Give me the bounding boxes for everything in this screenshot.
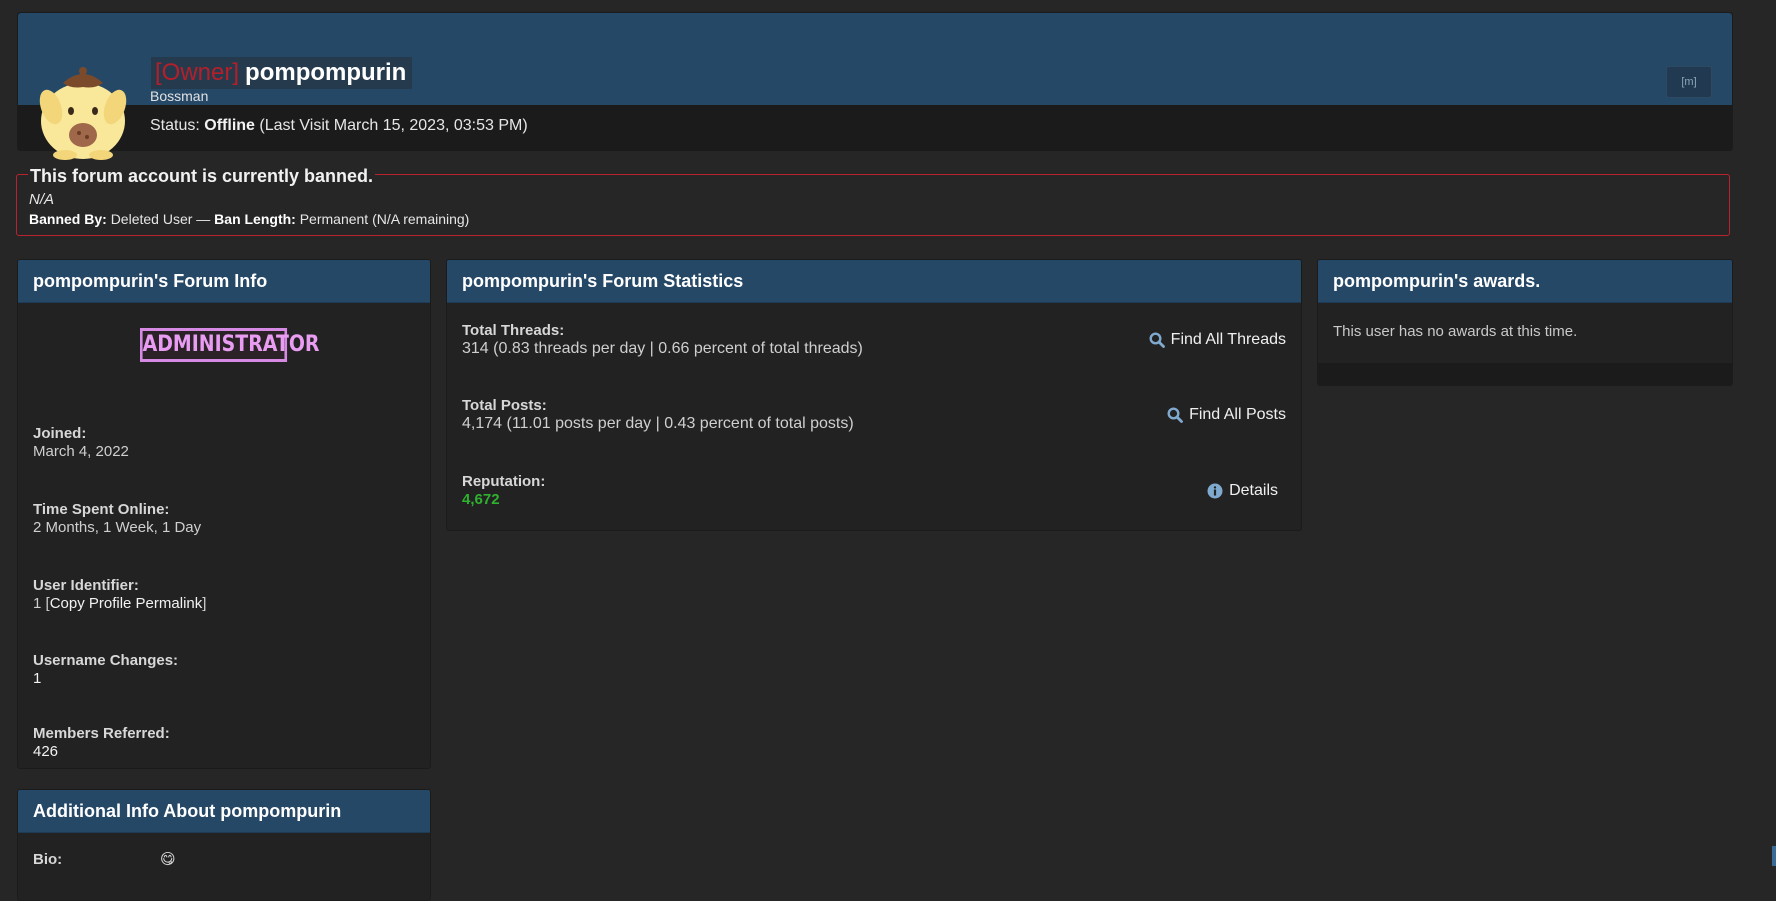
awards-footer — [1318, 363, 1732, 385]
forum-statistics-panel: pompompurin's Forum Statistics Total Thr… — [446, 259, 1302, 531]
owner-tag: [Owner] — [155, 59, 240, 86]
total-threads-label: Total Threads: — [462, 322, 565, 339]
ban-separator: — — [196, 211, 211, 227]
search-icon — [1149, 332, 1165, 348]
ban-title: This forum account is currently banned. — [28, 166, 376, 187]
total-posts-stat: Total Posts: 4,174 (11.01 posts per day … — [462, 397, 854, 433]
time-online-value: 2 Months, 1 Week, 1 Day — [33, 519, 202, 536]
members-referred-label: Members Referred: — [33, 725, 170, 742]
total-posts-label: Total Posts: — [462, 397, 547, 414]
total-threads-value: 314 (0.83 threads per day | 0.66 percent… — [462, 340, 863, 357]
find-all-posts-link[interactable]: Find All Posts — [1167, 406, 1286, 424]
info-icon — [1207, 483, 1223, 499]
user-identifier-label: User Identifier: — [33, 577, 139, 594]
joined-value: March 4, 2022 — [33, 443, 129, 460]
bio-label: Bio: — [33, 851, 63, 868]
ban-reason: N/A — [29, 191, 55, 208]
user-title: Bossman — [150, 88, 209, 104]
bracket-close: ] — [202, 595, 207, 612]
total-threads-stat: Total Threads: 314 (0.83 threads per day… — [462, 322, 863, 358]
ban-length: Permanent (N/A remaining) — [299, 211, 470, 227]
status-line: Status: Offline (Last Visit March 15, 20… — [150, 117, 528, 135]
username: pompompurin — [245, 59, 407, 86]
members-referred-field: Members Referred: 426 — [33, 725, 170, 760]
avatar — [39, 67, 127, 160]
last-visit: (Last Visit March 15, 2023, 03:53 PM) — [259, 117, 528, 134]
username-box: [Owner] pompompurin — [151, 57, 413, 89]
members-referred-value: 426 — [33, 743, 59, 760]
uid: 1 — [33, 595, 42, 612]
awards-title: pompompurin's awards. — [1318, 260, 1732, 303]
copy-permalink-link[interactable]: Copy Profile Permalink — [50, 595, 203, 612]
reputation-stat: Reputation: 4,672 — [462, 473, 545, 508]
user-identifier-value: 1 [Copy Profile Permalink] — [33, 595, 206, 612]
forum-info-title: pompompurin's Forum Info — [18, 260, 430, 303]
details-label: Details — [1229, 482, 1278, 499]
administrator-badge: ADMINISTRATOR — [140, 328, 320, 362]
scrollbar-thumb[interactable] — [1772, 846, 1776, 866]
mini-button[interactable]: [m] — [1666, 66, 1712, 98]
username-changes-label: Username Changes: — [33, 652, 179, 669]
status-value: Offline — [204, 117, 255, 134]
profile-page: [Owner] pompompurin Bossman Status: Offl… — [16, 12, 1733, 901]
additional-info-title: Additional Info About pompompurin — [18, 790, 430, 833]
additional-info-panel: Additional Info About pompompurin Bio: 😋 — [17, 789, 431, 901]
total-posts-value: 4,174 (11.01 posts per day | 0.43 percen… — [462, 415, 854, 432]
reputation-details-link[interactable]: Details — [1207, 482, 1278, 500]
find-all-threads-label: Find All Threads — [1170, 331, 1286, 348]
forum-info-panel: pompompurin's Forum Info ADMINISTRATOR J… — [17, 259, 431, 769]
awards-empty-text: This user has no awards at this time. — [1333, 323, 1578, 340]
time-online-label: Time Spent Online: — [33, 501, 170, 518]
username-changes-field: Username Changes: 1 — [33, 652, 178, 687]
user-identifier-field: User Identifier: 1 [Copy Profile Permali… — [33, 577, 206, 612]
banned-by-label: Banned By: — [29, 211, 107, 227]
awards-panel: pompompurin's awards. This user has no a… — [1317, 259, 1733, 386]
forum-statistics-title: pompompurin's Forum Statistics — [447, 260, 1301, 303]
find-all-posts-label: Find All Posts — [1189, 406, 1286, 423]
ban-notice: This forum account is currently banned. … — [16, 166, 1730, 236]
find-all-threads-link[interactable]: Find All Threads — [1149, 331, 1286, 349]
banned-by: Deleted User — [110, 211, 193, 227]
bio-field: Bio: — [33, 851, 62, 868]
ban-details: Banned By: Deleted User — Ban Length: Pe… — [29, 211, 469, 227]
status-label: Status: — [150, 117, 200, 134]
time-online-field: Time Spent Online: 2 Months, 1 Week, 1 D… — [33, 501, 201, 536]
reputation-value: 4,672 — [462, 491, 500, 508]
joined-label: Joined: — [33, 425, 87, 442]
ban-length-label: Ban Length: — [214, 211, 296, 227]
joined-field: Joined: March 4, 2022 — [33, 425, 129, 460]
profile-header: [Owner] pompompurin Bossman Status: Offl… — [17, 12, 1733, 160]
bio-value: 😋 — [160, 851, 176, 868]
reputation-label: Reputation: — [462, 473, 546, 490]
search-icon — [1167, 407, 1183, 423]
username-changes-value: 1 — [33, 670, 42, 687]
